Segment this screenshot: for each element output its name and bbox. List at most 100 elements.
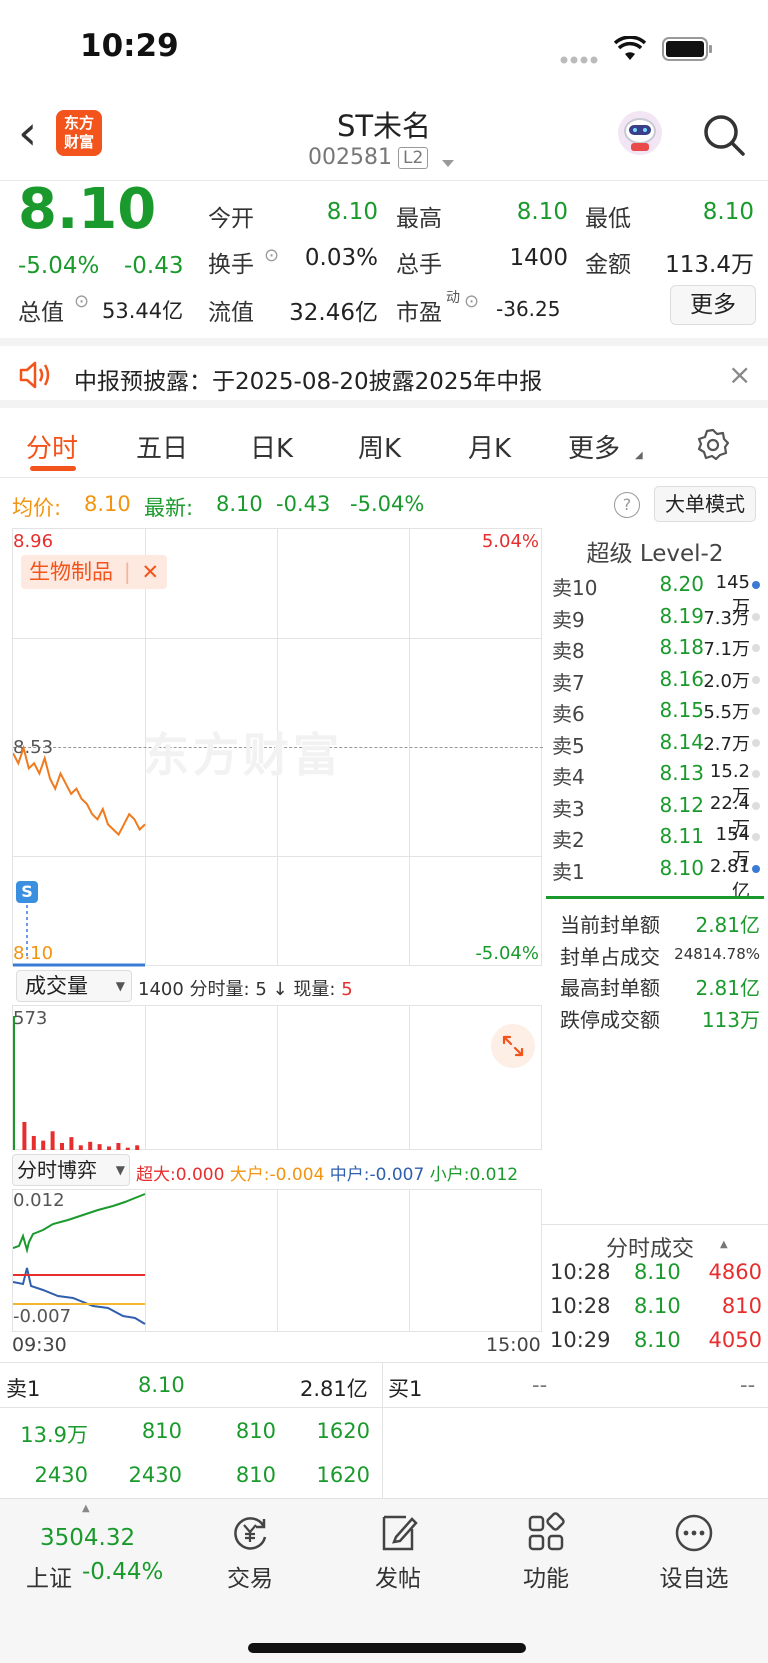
float-value: 32.46亿 xyxy=(289,300,378,326)
help-icon[interactable]: ? xyxy=(614,492,640,518)
super-value: 0.000 xyxy=(175,1165,225,1185)
level-qty: 7.1万 xyxy=(703,639,750,660)
flow-small-line xyxy=(13,1193,146,1254)
active-tab-indicator xyxy=(30,466,76,471)
level-dot xyxy=(752,801,760,810)
status-time: 10:29 xyxy=(80,28,179,64)
high-value: 8.10 xyxy=(516,199,568,225)
order-book-row[interactable]: 卖9 8.19 7.3万 xyxy=(552,604,762,635)
order-book-row[interactable]: 卖10 8.20 145万 xyxy=(552,572,762,618)
level-price: 8.10 xyxy=(659,855,704,880)
volume-select[interactable]: 成交量 ▼ xyxy=(16,970,132,1002)
level-price: 8.20 xyxy=(659,572,704,596)
low-label: 最低 xyxy=(585,206,631,232)
gear-icon[interactable] xyxy=(696,428,730,466)
level-name: 卖8 xyxy=(552,639,585,663)
index-value[interactable]: 3504.32 xyxy=(40,1525,135,1551)
order-book-row[interactable]: 卖1 8.10 2.81亿 xyxy=(552,855,762,902)
volume-info: 1400 分时量: 5 ↓ 现量: 5 xyxy=(138,975,353,1001)
period-tabs: 分时 五日 日K 周K 月K 更多 ◢ xyxy=(0,408,768,478)
time-axis-end: 15:00 xyxy=(486,1334,541,1356)
price-chart[interactable]: 东方财富 8.96 8.53 8.10 5.04% -5.04% 生物制品 | … xyxy=(12,528,543,967)
close-icon[interactable]: × xyxy=(728,358,751,391)
info-icon[interactable]: ⊙ xyxy=(464,291,479,312)
queue-buy-price: -- xyxy=(532,1373,548,1397)
level-price: 8.19 xyxy=(659,603,704,628)
summary-row: 跌停成交额 113万 xyxy=(560,1004,760,1033)
tab-month-k[interactable]: 月K xyxy=(468,428,511,465)
search-icon[interactable] xyxy=(702,113,746,161)
volume-bar xyxy=(116,1142,121,1150)
flow-lines-svg xyxy=(13,1193,146,1325)
more-button[interactable]: 更多 xyxy=(670,285,756,325)
queue-cell: 810 xyxy=(235,1463,276,1487)
ai-robot-icon[interactable] xyxy=(616,109,664,157)
summary-value: 2.81亿 xyxy=(695,976,760,1000)
level-dot xyxy=(752,707,760,715)
index-pct[interactable]: -0.44% xyxy=(82,1559,163,1585)
queue-sell-label: 卖1 xyxy=(6,1377,41,1401)
trades-header[interactable]: 分时成交 ▲ xyxy=(542,1224,768,1264)
queue-buy-label: 买1 xyxy=(388,1377,423,1401)
avg-label: 均价: xyxy=(12,496,62,520)
summary-value: 2.81亿 xyxy=(695,913,760,937)
low-value: 8.10 xyxy=(702,199,754,225)
mid-value: -0.007 xyxy=(369,1165,425,1185)
level-dot xyxy=(752,675,760,684)
info-icon[interactable]: ⊙ xyxy=(74,291,89,312)
queue-sell-total: 2.81亿 xyxy=(300,1377,368,1401)
turnover-value: 0.03% xyxy=(304,245,378,271)
tab-more[interactable]: 更多 xyxy=(568,428,620,465)
function-button[interactable]: 功能 xyxy=(496,1511,596,1593)
notice-banner[interactable]: 中报预披露：于2025-08-20披露2025年中报 × xyxy=(0,338,768,408)
order-book-row[interactable]: 卖2 8.11 154万 xyxy=(552,824,762,870)
add-watchlist-label: 设自选 xyxy=(659,1566,729,1592)
dropdown-caret-icon[interactable] xyxy=(441,153,455,172)
trade-price: 8.10 xyxy=(634,1328,681,1352)
flow-select[interactable]: 分时博弈 ▼ xyxy=(12,1154,130,1186)
flow-chart[interactable]: 0.012 -0.007 xyxy=(12,1190,542,1332)
status-bar: 10:29 xyxy=(0,0,768,95)
large-value: -0.004 xyxy=(269,1165,325,1185)
s-marker-icon[interactable]: S xyxy=(16,881,38,903)
trade-price: 8.10 xyxy=(634,1294,681,1318)
change-value: -0.43 xyxy=(124,253,184,279)
order-book-row[interactable]: 卖5 8.14 2.7万 xyxy=(552,730,762,761)
amount-value: 113.4万 xyxy=(665,252,754,278)
time-axis-start: 09:30 xyxy=(12,1334,67,1356)
tab-five-day[interactable]: 五日 xyxy=(136,428,188,465)
big-order-mode-button[interactable]: 大单模式 xyxy=(654,486,756,522)
order-book-row[interactable]: 卖4 8.13 15.2万 xyxy=(552,761,762,807)
trade-time: 10:28 xyxy=(550,1260,611,1284)
volume-select-label: 成交量 xyxy=(25,974,88,998)
tab-week-k[interactable]: 周K xyxy=(358,428,401,465)
level-name: 卖6 xyxy=(552,702,585,726)
order-book-row[interactable]: 卖6 8.15 5.5万 xyxy=(552,698,762,729)
yen-cycle-icon xyxy=(200,1511,300,1559)
open-value: 8.10 xyxy=(326,199,378,225)
order-book-row[interactable]: 卖3 8.12 22.4万 xyxy=(552,793,762,839)
info-icon[interactable]: ⊙ xyxy=(264,245,279,266)
queue-cell: 1620 xyxy=(316,1419,370,1443)
volume-bar xyxy=(69,1137,74,1150)
last-price: 8.10 xyxy=(18,177,157,242)
level-dot xyxy=(752,770,760,778)
minute-vol-label: 分时量: xyxy=(189,979,250,1000)
level-price: 8.18 xyxy=(659,635,704,659)
expand-up-icon[interactable]: ▲ xyxy=(82,1503,90,1514)
level-qty: 7.3万 xyxy=(703,607,750,629)
tab-day-k[interactable]: 日K xyxy=(250,428,293,465)
queue-cell: 2430 xyxy=(34,1463,88,1487)
volume-chart[interactable]: 573 xyxy=(12,1006,542,1150)
edit-icon xyxy=(348,1511,448,1559)
latest-change: -0.43 xyxy=(276,492,331,516)
tab-intraday[interactable]: 分时 xyxy=(26,428,78,465)
avg-value: 8.10 xyxy=(84,492,131,516)
order-book-row[interactable]: 卖7 8.16 2.0万 xyxy=(552,667,762,698)
index-name[interactable]: 上证 xyxy=(26,1559,72,1593)
expand-icon[interactable] xyxy=(491,1024,535,1068)
trade-button[interactable]: 交易 xyxy=(200,1511,300,1593)
post-button[interactable]: 发帖 xyxy=(348,1511,448,1593)
add-watchlist-button[interactable]: 设自选 xyxy=(644,1511,744,1593)
order-book-row[interactable]: 卖8 8.18 7.1万 xyxy=(552,635,762,666)
